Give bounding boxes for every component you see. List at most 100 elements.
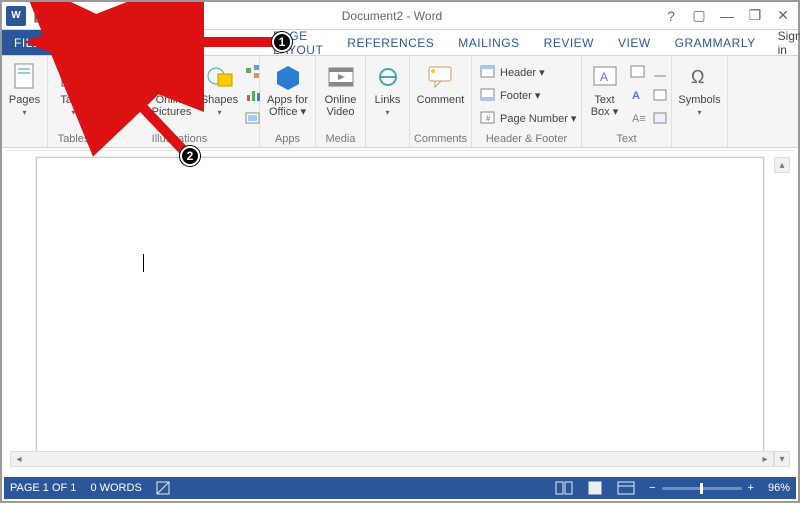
- comment-icon: [426, 62, 456, 92]
- scroll-down-button[interactable]: ▾: [774, 451, 790, 467]
- wordart-button[interactable]: A: [630, 85, 648, 105]
- group-apps-label: Apps: [275, 132, 300, 145]
- zoom-in-button[interactable]: +: [748, 482, 754, 494]
- zoom-slider[interactable]: [662, 487, 742, 490]
- shapes-label: Shapes: [201, 94, 238, 106]
- shapes-button[interactable]: Shapes ▾: [199, 60, 241, 117]
- symbols-button[interactable]: Ω Symbols ▾: [675, 60, 725, 117]
- tab-mailings[interactable]: MAILINGS: [446, 30, 531, 55]
- apps-icon: [273, 62, 303, 92]
- table-button[interactable]: Table ▾: [49, 60, 99, 117]
- sign-in-link[interactable]: Sign in: [768, 30, 800, 55]
- date-time-button[interactable]: [652, 85, 670, 105]
- header-button[interactable]: Header ▾: [480, 62, 577, 82]
- app-icon: W: [6, 6, 26, 26]
- read-mode-icon[interactable]: [555, 481, 573, 495]
- chevron-down-icon: ▾: [22, 108, 26, 117]
- ribbon: Pages ▾ Table ▾ Tables Pictures: [2, 56, 798, 148]
- svg-text:A: A: [600, 70, 608, 84]
- pictures-icon: [106, 62, 136, 92]
- tab-home[interactable]: HOME: [53, 30, 115, 55]
- online-pictures-button[interactable]: Online Pictures: [149, 60, 195, 118]
- group-illustrations: Pictures Online Pictures Shapes ▾: [100, 56, 260, 147]
- tab-references[interactable]: REFERENCES: [335, 30, 446, 55]
- zoom-out-button[interactable]: −: [649, 482, 655, 494]
- svg-text:A: A: [632, 90, 640, 102]
- pages-label: Pages: [9, 94, 40, 106]
- online-video-button[interactable]: Online Video: [316, 60, 366, 118]
- group-media-label: Media: [326, 132, 356, 145]
- save-icon[interactable]: 💾: [32, 7, 50, 25]
- annotation-badge-1: 1: [272, 32, 292, 52]
- svg-text:Ω: Ω: [691, 67, 704, 87]
- table-label: Table: [60, 94, 86, 106]
- group-symbols: Ω Symbols ▾: [672, 56, 728, 147]
- object-button[interactable]: [652, 108, 670, 128]
- footer-button[interactable]: Footer ▾: [480, 85, 577, 105]
- tab-view[interactable]: VIEW: [606, 30, 663, 55]
- online-pictures-icon: [157, 62, 187, 92]
- text-cursor: [143, 254, 144, 272]
- scroll-right-icon[interactable]: ▸: [757, 454, 773, 465]
- status-page[interactable]: PAGE 1 OF 1: [10, 482, 76, 494]
- annotation-badge-2: 2: [180, 146, 200, 166]
- svg-text:#: #: [486, 114, 491, 123]
- text-box-icon: A: [590, 62, 620, 92]
- scroll-left-icon[interactable]: ◂: [11, 454, 27, 465]
- svg-text:A≡: A≡: [632, 113, 646, 125]
- proofing-icon[interactable]: [156, 481, 172, 495]
- window-title: Document2 - Word: [122, 9, 662, 23]
- status-words[interactable]: 0 WORDS: [90, 482, 141, 494]
- group-tables: Table ▾ Tables: [48, 56, 100, 147]
- tab-review[interactable]: REVIEW: [532, 30, 606, 55]
- close-button[interactable]: ✕: [774, 7, 792, 24]
- group-comments-label: Comments: [414, 132, 467, 145]
- print-layout-icon[interactable]: [587, 481, 603, 495]
- group-apps: Apps for Office ▾ Apps: [260, 56, 316, 147]
- group-header-footer: Header ▾ Footer ▾ # Page Number ▾ Header…: [472, 56, 582, 147]
- quick-parts-button[interactable]: [630, 62, 648, 82]
- group-text: A Text Box ▾ A A≡ Text: [582, 56, 672, 147]
- ribbon-tabs: FILE HOME INSERT DESIGN PAGE LAYOUT REFE…: [2, 30, 798, 56]
- links-button[interactable]: Links ▾: [363, 60, 413, 117]
- web-layout-icon[interactable]: [617, 481, 635, 495]
- pages-icon: [10, 62, 40, 92]
- drop-cap-button[interactable]: A≡: [630, 108, 648, 128]
- group-header-footer-label: Header & Footer: [486, 132, 567, 145]
- qat-customize-icon[interactable]: ▾: [104, 7, 122, 25]
- group-illustrations-label: Illustrations: [152, 132, 208, 145]
- online-pictures-label: Online Pictures: [149, 94, 195, 118]
- group-media: Online Video Media: [316, 56, 366, 147]
- table-icon: [59, 62, 89, 92]
- tab-design[interactable]: DESIGN: [188, 30, 261, 55]
- scroll-up-button[interactable]: ▴: [774, 157, 790, 173]
- footer-icon: [480, 88, 496, 102]
- help-button[interactable]: ?: [662, 8, 680, 24]
- link-icon: [373, 62, 403, 92]
- shapes-icon: [205, 62, 235, 92]
- tab-insert[interactable]: INSERT: [115, 30, 188, 56]
- minimize-button[interactable]: —: [718, 8, 736, 24]
- tab-grammarly[interactable]: GRAMMARLY: [663, 30, 768, 55]
- horizontal-scrollbar[interactable]: ◂ ▸: [10, 451, 774, 467]
- header-label: Header ▾: [500, 66, 545, 79]
- group-text-label: Text: [616, 132, 636, 145]
- comment-button[interactable]: Comment: [416, 60, 466, 106]
- text-box-button[interactable]: A Text Box ▾: [584, 60, 626, 118]
- pictures-button[interactable]: Pictures: [97, 60, 145, 106]
- online-video-label: Online Video: [316, 94, 366, 118]
- undo-icon[interactable]: ↶: [56, 7, 74, 25]
- redo-icon[interactable]: ↻: [80, 7, 98, 25]
- apps-for-office-button[interactable]: Apps for Office ▾: [263, 60, 313, 118]
- restore-button[interactable]: ❐: [746, 7, 764, 24]
- tab-file[interactable]: FILE: [2, 30, 53, 55]
- header-icon: [480, 65, 496, 79]
- pages-button[interactable]: Pages ▾: [2, 60, 50, 117]
- page-canvas[interactable]: [36, 157, 764, 455]
- ribbon-options-button[interactable]: ▢: [690, 7, 708, 24]
- group-pages: Pages ▾: [2, 56, 48, 147]
- symbols-label: Symbols: [678, 94, 720, 106]
- page-number-button[interactable]: # Page Number ▾: [480, 108, 577, 128]
- zoom-level[interactable]: 96%: [768, 482, 790, 494]
- signature-line-button[interactable]: [652, 62, 670, 82]
